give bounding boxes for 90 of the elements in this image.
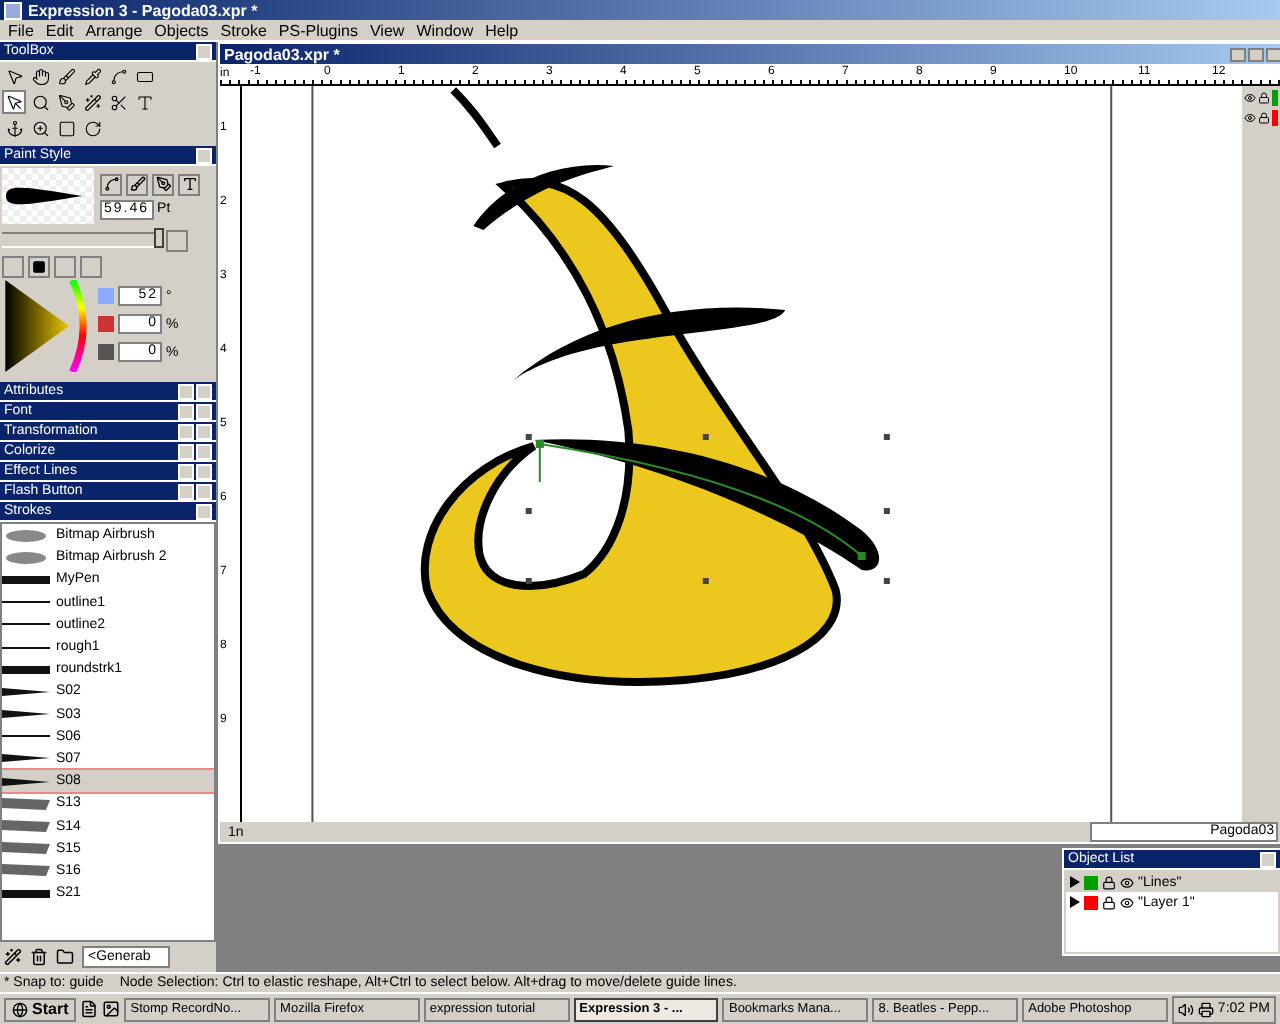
menu-item[interactable]: Help <box>485 21 519 39</box>
text-icon <box>135 93 153 111</box>
script-button[interactable] <box>178 173 200 195</box>
brightness-icon <box>98 344 114 360</box>
square-icon <box>32 260 46 274</box>
rotate-icon <box>83 119 101 137</box>
tool-button[interactable] <box>28 64 52 88</box>
menu-item[interactable]: Edit <box>45 21 74 39</box>
curve-icon <box>109 67 127 85</box>
maximize-button[interactable] <box>1248 47 1264 61</box>
tool-button[interactable] <box>80 90 104 114</box>
line-icon <box>103 176 119 192</box>
eye-icon[interactable] <box>1120 875 1134 889</box>
scissors-icon <box>109 93 127 111</box>
close-button[interactable] <box>1266 47 1280 61</box>
pattern-fill-button[interactable] <box>80 256 102 278</box>
tool-button[interactable] <box>2 116 26 140</box>
menu-item[interactable]: Arrange <box>85 21 143 39</box>
search-icon <box>31 93 49 111</box>
hue-icon <box>98 288 114 304</box>
menu-item[interactable]: Stroke <box>220 21 267 39</box>
square-icon <box>57 119 75 137</box>
stroke-preview-icon <box>2 549 50 566</box>
tool-button[interactable] <box>80 116 104 140</box>
tool-button[interactable] <box>80 64 104 88</box>
zoom-icon <box>31 119 49 137</box>
stroke-preview-icon <box>2 527 50 544</box>
solid-fill-button[interactable] <box>28 256 50 278</box>
folder-icon[interactable] <box>56 948 74 966</box>
lock-icon[interactable] <box>1102 895 1116 909</box>
menu-item[interactable]: File <box>8 21 34 39</box>
stroke-preview-icon <box>2 885 50 902</box>
script-icon <box>181 176 197 192</box>
panel-control-icon[interactable] <box>196 147 212 163</box>
app-icon <box>4 1 22 19</box>
stroke-preview-icon <box>2 818 50 835</box>
eye-icon[interactable] <box>1244 92 1256 104</box>
trash-icon[interactable] <box>30 948 48 966</box>
anchor-icon <box>5 119 23 137</box>
brush-button[interactable] <box>126 173 148 195</box>
volume-icon[interactable] <box>1177 1001 1194 1017</box>
menu-item[interactable]: Window <box>416 21 474 39</box>
lock-icon[interactable] <box>1258 92 1270 104</box>
stroke-preview-icon <box>2 706 50 723</box>
minimize-button[interactable] <box>1230 47 1246 61</box>
tool-button[interactable] <box>106 90 130 114</box>
printer-icon[interactable] <box>1197 1001 1214 1017</box>
tool-button[interactable] <box>54 90 78 114</box>
pointer-icon <box>5 67 23 85</box>
wand-icon <box>83 93 101 111</box>
pen-icon <box>155 176 171 192</box>
color-picker-drawing[interactable] <box>0 280 92 372</box>
panel-control-icon[interactable] <box>196 43 212 59</box>
rectangle-icon <box>135 67 153 85</box>
brush-stroke-icon <box>2 182 82 210</box>
tool-button[interactable] <box>54 116 78 140</box>
eye-icon[interactable] <box>1120 895 1134 909</box>
tool-button[interactable] <box>106 64 130 88</box>
window-title: Expression 3 - Pagoda03.xpr * <box>28 1 258 19</box>
lock-icon[interactable] <box>1258 112 1270 124</box>
start-button[interactable]: Start <box>4 997 77 1021</box>
stroke-preview-icon <box>2 571 50 588</box>
line-button[interactable] <box>100 173 122 195</box>
arrow-icon <box>5 93 23 111</box>
stroke-preview-icon <box>2 661 50 678</box>
document-title: Pagoda03.xpr * <box>224 45 340 63</box>
tool-button[interactable] <box>2 64 26 88</box>
stroke-preview-icon <box>2 840 50 857</box>
tool-button[interactable] <box>54 64 78 88</box>
menu-item[interactable]: PS-Plugins <box>278 21 358 39</box>
slider-thumb[interactable] <box>153 228 164 248</box>
menu-item[interactable]: View <box>369 21 405 39</box>
stroke-preview-icon <box>2 862 50 879</box>
brush-icon <box>129 176 145 192</box>
saturation-icon <box>98 316 114 332</box>
hand-icon <box>31 67 49 85</box>
panel-control-icon[interactable] <box>1260 851 1276 867</box>
stroke-preview-icon <box>2 773 50 790</box>
lock-icon[interactable] <box>1102 875 1116 889</box>
stroke-preview-icon <box>2 683 50 700</box>
tool-button[interactable] <box>28 116 52 140</box>
picture-icon[interactable] <box>102 1000 121 1018</box>
tool-button[interactable] <box>2 90 26 114</box>
menu-item[interactable]: Objects <box>154 21 209 39</box>
eyedropper-icon <box>83 67 101 85</box>
tool-button[interactable] <box>28 90 52 114</box>
pen-icon <box>57 93 75 111</box>
eye-icon[interactable] <box>1244 112 1256 124</box>
brush-icon <box>57 67 75 85</box>
pen-button[interactable] <box>152 173 174 195</box>
